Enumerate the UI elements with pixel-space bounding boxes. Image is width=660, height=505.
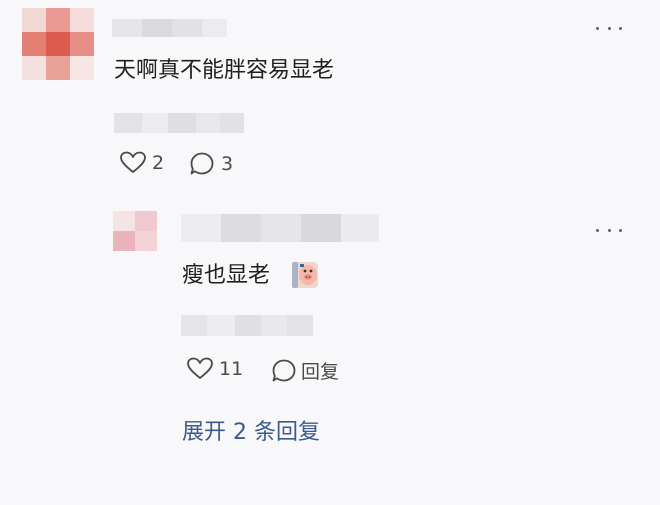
- avatar[interactable]: [22, 8, 94, 80]
- reply-text: 瘦也显老: [182, 263, 271, 288]
- like-button[interactable]: 11: [187, 357, 243, 381]
- reply-button[interactable]: 回复: [271, 357, 339, 384]
- comment-text: 天啊真不能胖容易显老: [114, 58, 335, 83]
- comment-thread: 天啊真不能胖容易显老 2 3 瘦也显老 11 回复 展开 2 条回复: [0, 0, 660, 505]
- reply-label: 回复: [301, 361, 340, 383]
- heart-icon: [120, 151, 146, 175]
- avatar[interactable]: [113, 211, 157, 251]
- speech-bubble-icon: [271, 358, 297, 384]
- speech-bubble-icon: [189, 151, 215, 177]
- like-count: 11: [219, 358, 244, 380]
- reply-count: 3: [221, 153, 234, 175]
- more-options-icon[interactable]: [596, 22, 622, 34]
- reply-button[interactable]: 3: [189, 151, 233, 177]
- pig-emoji-sticker-icon: [290, 260, 320, 290]
- more-options-icon[interactable]: [596, 224, 622, 236]
- timestamp-blurred: [114, 113, 244, 133]
- expand-replies-link[interactable]: 展开 2 条回复: [182, 414, 320, 446]
- heart-icon: [187, 357, 213, 381]
- like-count: 2: [152, 152, 165, 174]
- username-blurred: [112, 19, 227, 37]
- like-button[interactable]: 2: [120, 151, 164, 175]
- timestamp-blurred: [181, 315, 313, 336]
- username-blurred: [181, 214, 379, 242]
